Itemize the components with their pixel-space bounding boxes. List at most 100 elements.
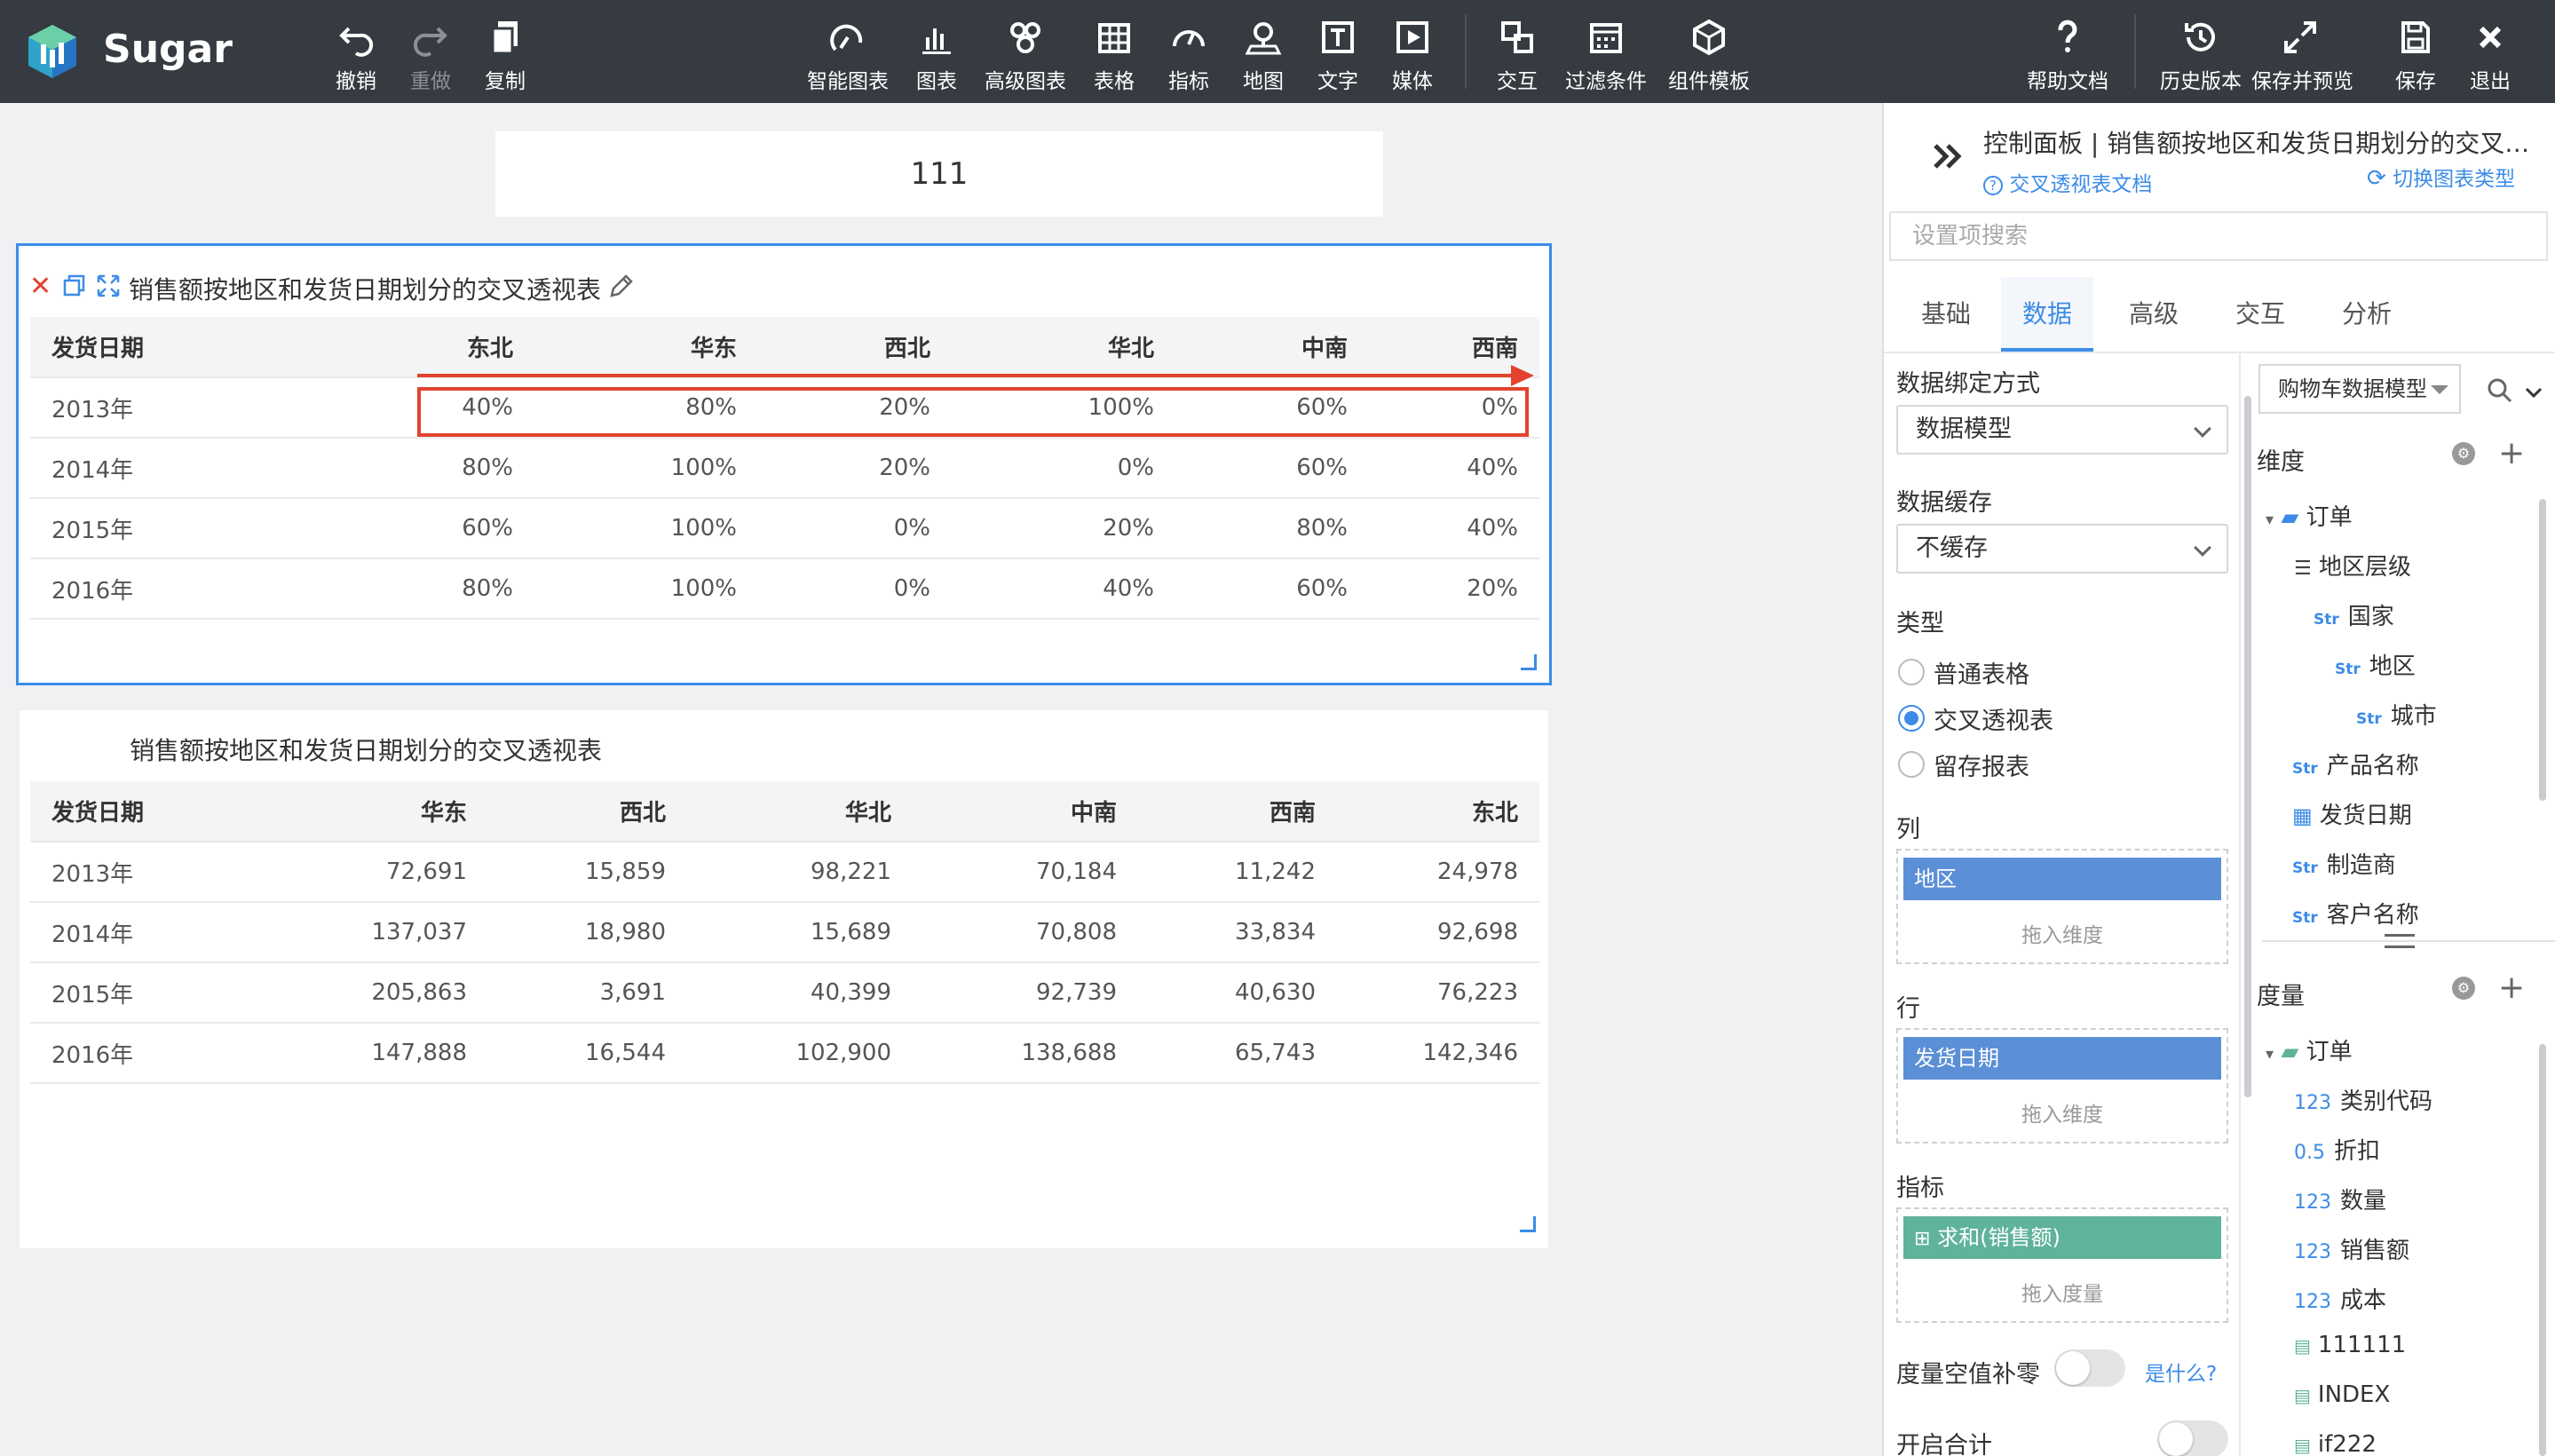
exit-button[interactable]: 退出	[2441, 18, 2539, 93]
radio-label: 普通表格	[1934, 661, 2029, 689]
copy-button[interactable]: 复制	[456, 18, 554, 93]
measure-field-quantity[interactable]: 123 数量	[2294, 1183, 2386, 1215]
column-header[interactable]: 华北	[952, 317, 1175, 377]
tab-analysis[interactable]: 分析	[2321, 277, 2413, 352]
dim-field-product[interactable]: Str 产品名称	[2292, 748, 2419, 780]
what-is-link[interactable]: 是什么?	[2145, 1357, 2217, 1387]
column-header[interactable]: 东北	[1337, 781, 1539, 842]
dim-field-region[interactable]: Str 地区	[2335, 648, 2416, 681]
dim-folder-orders[interactable]: ▾ ▰ 订单	[2266, 499, 2353, 532]
dimensions-scrollbar[interactable]	[2539, 499, 2546, 801]
measure-folder-orders[interactable]: ▾ ▰ 订单	[2266, 1033, 2353, 1066]
column-header[interactable]: 中南	[913, 781, 1138, 842]
radio-retention-report[interactable]	[1898, 751, 1925, 778]
settings-gear-icon[interactable]: ⚙	[2452, 977, 2475, 1000]
component-template-button[interactable]: 组件模板	[1660, 18, 1758, 93]
dropzone-hint: 拖入维度	[2021, 1104, 2103, 1127]
dimensions-header: 维度	[2257, 448, 2305, 476]
measure-field-category-code[interactable]: 123 类别代码	[2294, 1083, 2432, 1116]
column-dropzone[interactable]: 地区 拖入维度	[1896, 849, 2228, 964]
zero-fill-toggle[interactable]	[2054, 1349, 2125, 1387]
column-header[interactable]: 华北	[687, 781, 913, 842]
table-header-row: 发货日期 华东 西北 华北 中南 西南 东北	[30, 781, 1539, 842]
measure-field-cost[interactable]: 123 成本	[2294, 1282, 2386, 1315]
column-header[interactable]: 华东	[534, 317, 758, 377]
doc-link[interactable]: ? 交叉透视表文档	[1983, 167, 2152, 197]
settings-scrollbar[interactable]	[2244, 396, 2251, 1097]
duplicate-icon[interactable]	[63, 274, 86, 297]
filter-button[interactable]: 过滤条件	[1557, 18, 1655, 93]
radio-normal-table[interactable]	[1898, 659, 1925, 685]
dim-field-ship-date[interactable]: ▦ 发货日期	[2292, 797, 2412, 830]
switch-chart-type-link[interactable]: ⟳ 切换图表类型	[2367, 162, 2515, 192]
chevron-down-icon[interactable]	[2523, 382, 2544, 403]
tab-advanced[interactable]: 高级	[2108, 277, 2200, 352]
history-button[interactable]: 历史版本	[2152, 18, 2250, 93]
chart-button[interactable]: 图表	[888, 18, 985, 93]
dim-hierarchy[interactable]: ☰ 地区层级	[2294, 549, 2411, 582]
table-row: 2014年 80% 100% 20% 0% 60% 40%	[30, 437, 1539, 498]
binding-select[interactable]: 数据模型	[1896, 405, 2228, 455]
tab-basic[interactable]: 基础	[1900, 277, 1992, 352]
table-cell: 100%	[534, 437, 758, 498]
table-cell: 40%	[1369, 437, 1539, 498]
column-header[interactable]: 西南	[1138, 781, 1337, 842]
column-header[interactable]: 华东	[263, 781, 488, 842]
advanced-chart-button[interactable]: 高级图表	[977, 18, 1074, 93]
gauge-icon	[1169, 18, 1208, 57]
help-button[interactable]: 帮助文档	[2019, 18, 2116, 93]
add-measure-icon[interactable]: +	[2498, 969, 2525, 1006]
measure-field-111111[interactable]: ▤ 111111	[2294, 1332, 2406, 1358]
row-dropzone[interactable]: 发货日期 拖入维度	[1896, 1028, 2228, 1143]
zero-fill-label: 度量空值补零	[1896, 1361, 2040, 1389]
column-header[interactable]: 东北	[440, 317, 534, 377]
cache-select[interactable]: 不缓存	[1896, 524, 2228, 574]
collapse-panel-icon[interactable]	[1930, 138, 1966, 174]
table-cell: 18,980	[488, 901, 687, 962]
column-header[interactable]: 发货日期	[30, 317, 440, 377]
tab-interaction[interactable]: 交互	[2214, 277, 2306, 352]
column-header[interactable]: 发货日期	[30, 781, 263, 842]
metric-dropzone[interactable]: ⊞ 求和(销售额) 拖入度量	[1896, 1207, 2228, 1323]
column-header[interactable]: 西北	[758, 317, 952, 377]
column-field-pill[interactable]: 地区	[1903, 858, 2221, 900]
media-button[interactable]: 媒体	[1364, 18, 1461, 93]
radio-pivot-table[interactable]	[1898, 705, 1925, 732]
tab-data[interactable]: 数据	[2001, 277, 2093, 352]
fullscreen-icon[interactable]	[97, 274, 120, 297]
table-cell: 2013年	[30, 841, 263, 902]
dim-field-country[interactable]: Str 国家	[2314, 598, 2394, 631]
measure-field-index[interactable]: ▤ INDEX	[2294, 1381, 2390, 1408]
row-field-pill[interactable]: 发货日期	[1903, 1037, 2221, 1080]
table-cell: 0%	[758, 558, 952, 620]
dim-field-customer[interactable]: Str 客户名称	[2292, 897, 2419, 930]
text-widget[interactable]: 111	[495, 131, 1383, 217]
pivot-table-percent: 发货日期 东北 华东 西北 华北 中南 西南 2013年 40% 80% 20% 100% 60% 0% 2…	[30, 317, 1539, 620]
data-model-select[interactable]: 购物车数据模型	[2258, 364, 2461, 414]
measure-field-discount[interactable]: 0.5 折扣	[2294, 1133, 2380, 1166]
resize-handle[interactable]	[1521, 654, 1537, 670]
resize-handle[interactable]	[1520, 1216, 1536, 1232]
highlight-box	[417, 387, 1529, 437]
dim-field-city[interactable]: Str 城市	[2356, 698, 2437, 731]
column-header[interactable]: 中南	[1175, 317, 1369, 377]
delete-icon[interactable]: ✕	[29, 271, 51, 302]
measure-field-if222[interactable]: ▤ if222	[2294, 1431, 2377, 1456]
settings-gear-icon[interactable]: ⚙	[2452, 442, 2475, 465]
metric-field-pill[interactable]: ⊞ 求和(销售额)	[1903, 1216, 2221, 1259]
pivot-widget-values[interactable]: 销售额按地区和发货日期划分的交叉透视表 发货日期 华东 西北 华北 中南 西南 东北 2013…	[20, 710, 1548, 1248]
add-dimension-icon[interactable]: +	[2498, 435, 2525, 471]
edit-pencil-icon[interactable]	[608, 273, 635, 299]
measure-field-sales[interactable]: 123 销售额	[2294, 1232, 2409, 1265]
total-toggle[interactable]	[2157, 1420, 2228, 1456]
measures-scrollbar[interactable]	[2539, 1044, 2546, 1456]
dim-field-maker[interactable]: Str 制造商	[2292, 847, 2396, 880]
column-divider	[2239, 353, 2241, 1456]
interaction-button[interactable]: 交互	[1468, 18, 1566, 93]
save-preview-button[interactable]: 保存并预览	[2251, 18, 2353, 93]
settings-search-input[interactable]	[1889, 211, 2548, 261]
column-header[interactable]: 西北	[488, 781, 687, 842]
search-icon[interactable]	[2486, 376, 2514, 405]
pivot-widget-selected[interactable]: ✕ 销售额按地区和发货日期划分的交叉透视表 发货日期 东北 华东 西北 华北 中南 西南 20…	[16, 243, 1552, 685]
smart-chart-button[interactable]: 智能图表	[799, 18, 897, 93]
